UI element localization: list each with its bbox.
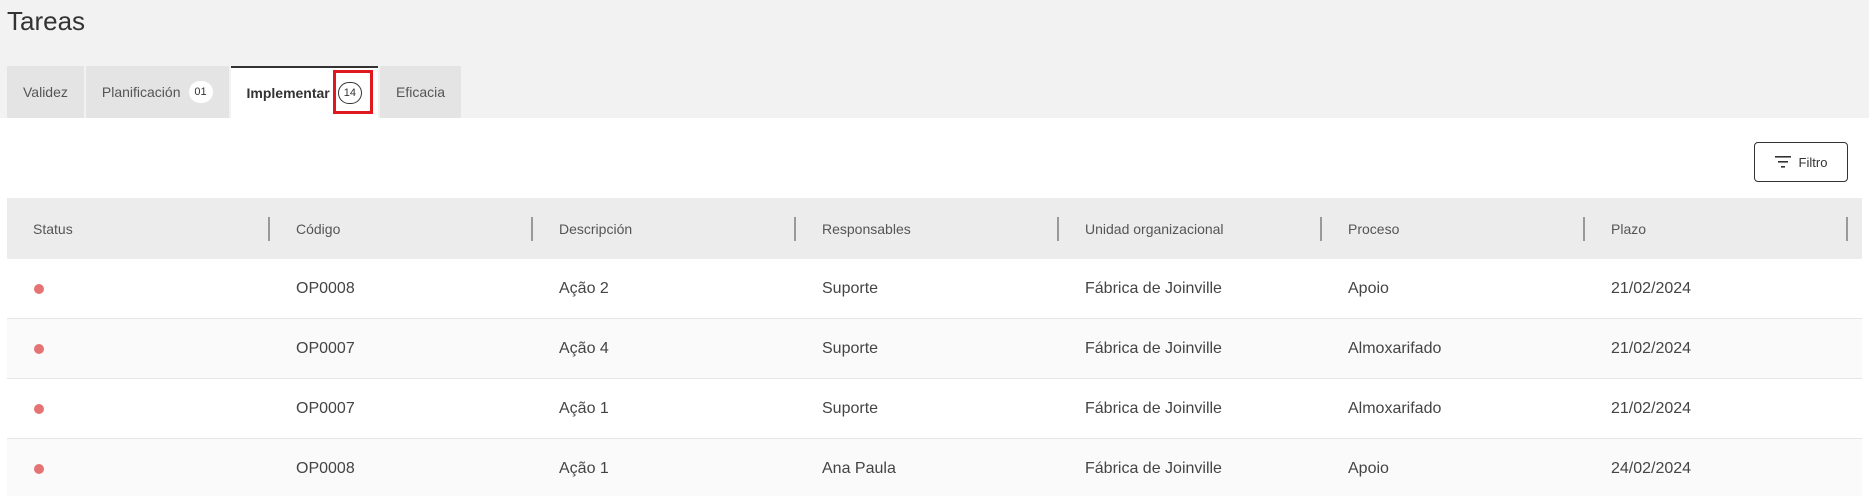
filter-icon <box>1774 156 1791 168</box>
tab-label: Validez <box>23 84 68 100</box>
descripcion-cell: Ação 1 <box>559 459 609 477</box>
proceso-cell: Almoxarifado <box>1348 339 1442 357</box>
descripcion-cell: Ação 1 <box>559 399 609 417</box>
descripcion-cell: Ação 4 <box>559 339 609 357</box>
proceso-cell: Apoio <box>1348 279 1389 297</box>
table-header: Status Código Descripción Responsables U… <box>7 198 1862 259</box>
tab-label: Eficacia <box>396 84 446 100</box>
unidad-cell: Fábrica de Joinville <box>1085 339 1222 357</box>
tab-eficacia[interactable]: Eficacia <box>380 66 462 118</box>
count-badge: 01 <box>188 81 213 103</box>
column-header-codigo[interactable]: Código <box>270 198 533 259</box>
codigo-cell: OP0008 <box>296 279 355 297</box>
status-dot-icon <box>34 463 44 474</box>
plazo-cell: 21/02/2024 <box>1611 339 1692 357</box>
page-title: Tareas <box>7 6 86 36</box>
unidad-cell: Fábrica de Joinville <box>1085 279 1222 297</box>
count-badge: 14 <box>337 82 362 104</box>
column-header-plazo[interactable]: Plazo <box>1585 198 1848 259</box>
codigo-cell: OP0007 <box>296 339 355 357</box>
responsables-cell: Suporte <box>822 399 879 417</box>
tab-label: Implementar <box>246 85 330 101</box>
tasks-table: Status Código Descripción Responsables U… <box>7 198 1862 496</box>
status-cell <box>7 439 270 496</box>
responsables-cell: Suporte <box>822 339 879 357</box>
table-row[interactable]: OP0008 Ação 1 Ana Paula Fábrica de Joinv… <box>7 439 1862 496</box>
unidad-cell: Fábrica de Joinville <box>1085 459 1222 477</box>
filter-button[interactable]: Filtro <box>1754 142 1848 182</box>
status-dot-icon <box>34 343 44 354</box>
tab-bar: Validez Planificación 01 Implementar 14 … <box>7 66 463 118</box>
responsables-cell: Suporte <box>822 279 879 297</box>
table-row[interactable]: OP0007 Ação 1 Suporte Fábrica de Joinvil… <box>7 379 1862 439</box>
plazo-cell: 24/02/2024 <box>1611 459 1692 477</box>
codigo-cell: OP0007 <box>296 399 355 417</box>
descripcion-cell: Ação 2 <box>559 279 609 297</box>
plazo-cell: 21/02/2024 <box>1611 279 1692 297</box>
content-panel: Filtro Status Código Descripción Respons… <box>0 118 1869 496</box>
tab-label: Planificación <box>101 84 181 100</box>
codigo-cell: OP0008 <box>296 459 355 477</box>
table-body: OP0008 Ação 2 Suporte Fábrica de Joinvil… <box>7 259 1862 496</box>
column-header-status[interactable]: Status <box>7 198 270 259</box>
status-cell <box>7 259 270 318</box>
proceso-cell: Apoio <box>1348 459 1389 477</box>
filter-label: Filtro <box>1798 154 1828 170</box>
tab-implementar[interactable]: Implementar 14 <box>230 66 378 118</box>
status-cell <box>7 319 270 378</box>
column-header-unidad[interactable]: Unidad organizacional <box>1059 198 1322 259</box>
table-row[interactable]: OP0007 Ação 4 Suporte Fábrica de Joinvil… <box>7 319 1862 379</box>
table-row[interactable]: OP0008 Ação 2 Suporte Fábrica de Joinvil… <box>7 259 1862 319</box>
status-cell <box>7 379 270 438</box>
unidad-cell: Fábrica de Joinville <box>1085 399 1222 417</box>
plazo-cell: 21/02/2024 <box>1611 399 1692 417</box>
column-header-responsables[interactable]: Responsables <box>796 198 1059 259</box>
proceso-cell: Almoxarifado <box>1348 399 1442 417</box>
column-header-proceso[interactable]: Proceso <box>1322 198 1585 259</box>
column-header-descripcion[interactable]: Descripción <box>533 198 796 259</box>
tab-validez[interactable]: Validez <box>7 66 84 118</box>
status-dot-icon <box>34 403 44 414</box>
status-dot-icon <box>34 283 44 294</box>
tab-planificacion[interactable]: Planificación 01 <box>85 66 229 118</box>
responsables-cell: Ana Paula <box>822 459 896 477</box>
